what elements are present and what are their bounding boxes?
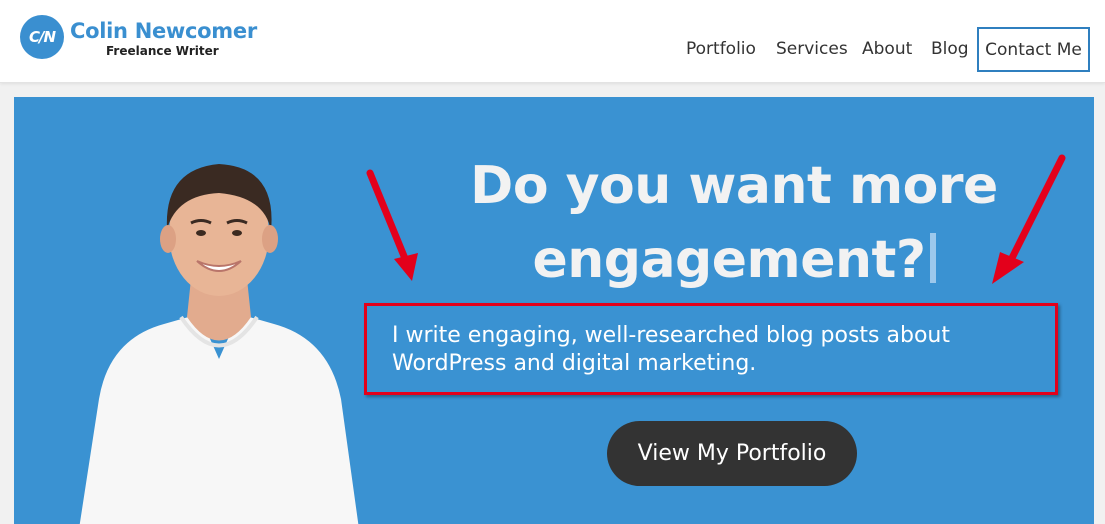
view-portfolio-button[interactable]: View My Portfolio [607,421,857,486]
annotation-arrow-left-icon [366,169,418,281]
nav-blog[interactable]: Blog [931,38,969,60]
nav-services[interactable]: Services [776,38,848,60]
annotation-arrow-right-icon [992,154,1066,284]
author-photo [79,164,359,524]
hero-section: Do you want more engagement? I write eng… [14,97,1094,524]
text-cursor [929,233,936,283]
nav-about[interactable]: About [862,38,912,60]
site-header: C/N Colin Newcomer Freelance Writer Port… [0,0,1105,83]
hero-subtitle: I write engaging, well-researched blog p… [392,323,950,376]
main-nav: Portfolio Services About Blog Contact Me [0,0,1105,82]
headline-line-2-text: engagement? [532,230,926,290]
nav-portfolio[interactable]: Portfolio [686,38,756,60]
contact-me-button[interactable]: Contact Me [977,27,1090,72]
